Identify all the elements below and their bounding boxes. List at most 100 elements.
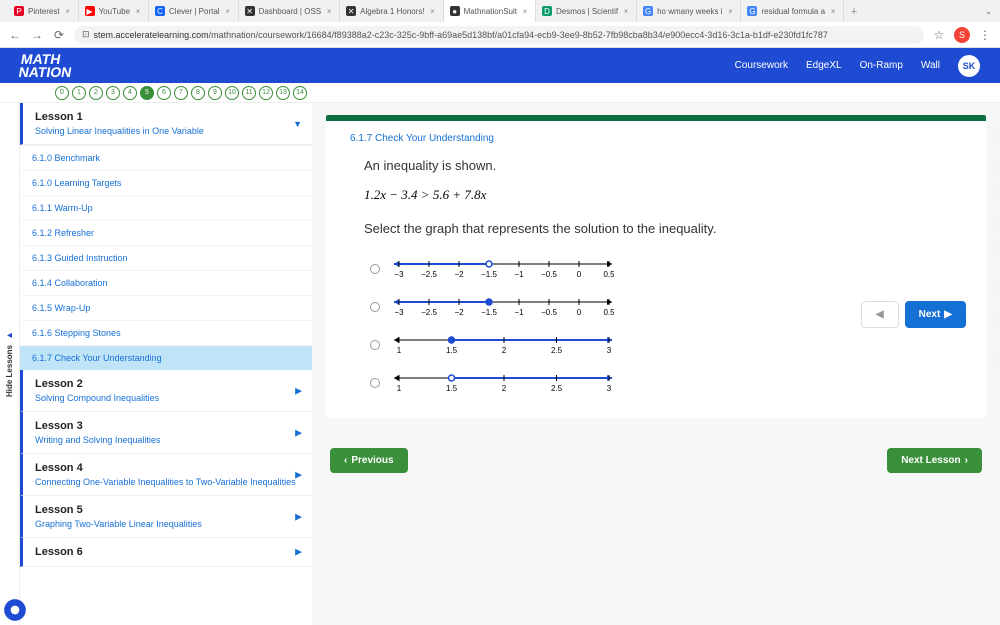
nav-coursework[interactable]: Coursework: [735, 60, 788, 71]
stamp-icon[interactable]: ▣: [994, 183, 1000, 205]
page-next-button[interactable]: Next ▶: [905, 301, 966, 328]
reload-button[interactable]: ⟳: [52, 28, 66, 42]
next-lesson-button[interactable]: Next Lesson ›: [887, 448, 982, 473]
nav-wall[interactable]: Wall: [921, 60, 940, 71]
profile-icon[interactable]: S: [954, 27, 970, 43]
app-header: MATHNATION Coursework EdgeXL On-Ramp Wall SK: [0, 48, 1000, 83]
radio-button[interactable]: [370, 264, 380, 274]
lesson-item[interactable]: 6.1.2 Refresher: [20, 220, 312, 245]
radio-button[interactable]: [370, 302, 380, 312]
answer-option[interactable]: 11.522.53: [370, 368, 962, 398]
new-tab[interactable]: ＋: [844, 6, 864, 17]
svg-text:−2.5: −2.5: [421, 308, 437, 317]
logo[interactable]: MATHNATION: [18, 53, 75, 78]
progress-step[interactable]: 1: [72, 86, 86, 100]
notes-icon[interactable]: ▤: [994, 127, 1000, 149]
progress-step[interactable]: 12: [259, 86, 273, 100]
pencil-icon[interactable]: ✎: [994, 211, 1000, 233]
user-avatar[interactable]: SK: [958, 55, 980, 77]
svg-text:1.5: 1.5: [446, 384, 458, 393]
close-icon[interactable]: ×: [64, 7, 72, 16]
calculator-icon[interactable]: ▬: [994, 307, 1000, 329]
lesson-item[interactable]: 6.1.3 Guided Instruction: [20, 245, 312, 270]
svg-text:−3: −3: [394, 308, 404, 317]
lesson-header[interactable]: Lesson 3Writing and Solving Inequalities…: [20, 412, 312, 454]
browser-tab[interactable]: PPinterest×: [8, 0, 79, 22]
nav-on-ramp[interactable]: On-Ramp: [860, 60, 903, 71]
close-icon[interactable]: ×: [622, 7, 630, 16]
lesson-header[interactable]: Lesson 6▶: [20, 538, 312, 567]
nav-edgexl[interactable]: EdgeXL: [806, 60, 842, 71]
progress-step[interactable]: 10: [225, 86, 239, 100]
progress-step[interactable]: 7: [174, 86, 188, 100]
highlighter-icon[interactable]: ✏: [994, 239, 1000, 261]
browser-tab[interactable]: Gho wmany weeks i×: [637, 0, 741, 22]
chevron-left-icon: ◂: [7, 330, 12, 341]
lesson-item[interactable]: 6.1.6 Stepping Stones: [20, 320, 312, 345]
window-min[interactable]: ⌄: [985, 7, 992, 16]
answer-option[interactable]: 11.522.53: [370, 330, 962, 360]
svg-text:2.5: 2.5: [551, 346, 563, 355]
progress-step[interactable]: 8: [191, 86, 205, 100]
chevron-icon: ▶: [295, 511, 302, 522]
comment-icon[interactable]: ⧉: [994, 155, 1000, 177]
browser-tab[interactable]: ●MathnationSuit×: [444, 0, 536, 22]
close-icon[interactable]: ×: [224, 7, 232, 16]
browser-tab[interactable]: ✕Algebra 1 Honors!×: [340, 0, 443, 22]
lesson-header[interactable]: Lesson 5Graphing Two-Variable Linear Ine…: [20, 496, 312, 538]
svg-text:−0.5: −0.5: [541, 270, 557, 279]
svg-text:1: 1: [397, 384, 402, 393]
lesson-item[interactable]: 6.1.1 Warm-Up: [20, 195, 312, 220]
lesson-item[interactable]: 6.1.7 Check Your Understanding: [20, 345, 312, 370]
progress-step[interactable]: 5: [140, 86, 154, 100]
lesson-item[interactable]: 6.1.4 Collaboration: [20, 270, 312, 295]
close-icon[interactable]: ×: [325, 7, 333, 16]
progress-step[interactable]: 3: [106, 86, 120, 100]
progress-step[interactable]: 9: [208, 86, 222, 100]
forward-button[interactable]: →: [30, 28, 44, 42]
answer-option[interactable]: −3−2.5−2−1.5−1−0.500.5: [370, 254, 962, 284]
svg-text:2: 2: [502, 384, 507, 393]
lesson-item[interactable]: 6.1.5 Wrap-Up: [20, 295, 312, 320]
svg-text:−1: −1: [514, 270, 524, 279]
hide-lessons-toggle[interactable]: ◂ Hide Lessons: [0, 103, 20, 625]
previous-button[interactable]: ‹ Previous: [330, 448, 408, 473]
close-icon[interactable]: ×: [429, 7, 437, 16]
svg-text:−2: −2: [454, 270, 464, 279]
progress-step[interactable]: 14: [293, 86, 307, 100]
bookmark-icon[interactable]: ☆: [932, 28, 946, 42]
close-icon[interactable]: ×: [726, 7, 734, 16]
progress-step[interactable]: 4: [123, 86, 137, 100]
radio-button[interactable]: [370, 340, 380, 350]
close-icon[interactable]: ×: [521, 7, 529, 16]
lesson-header[interactable]: Lesson 4Connecting One-Variable Inequali…: [20, 454, 312, 496]
browser-tab[interactable]: DDesmos | Scientif×: [536, 0, 637, 22]
radio-button[interactable]: [370, 378, 380, 388]
progress-step[interactable]: 6: [157, 86, 171, 100]
progress-step[interactable]: 11: [242, 86, 256, 100]
eraser-icon[interactable]: ⇄: [994, 279, 1000, 301]
settings-gear-icon[interactable]: [2, 597, 28, 623]
lesson-header[interactable]: Lesson 1Solving Linear Inequalities in O…: [20, 103, 312, 145]
collapse-icon[interactable]: ‹: [994, 347, 1000, 369]
browser-tab[interactable]: CClever | Portal×: [149, 0, 239, 22]
lesson-header[interactable]: Lesson 2Solving Compound Inequalities▶: [20, 370, 312, 412]
lesson-item[interactable]: 6.1.0 Benchmark: [20, 145, 312, 170]
browser-tab[interactable]: ▶YouTube×: [79, 0, 149, 22]
page-prev-button[interactable]: ◀: [861, 301, 899, 328]
svg-text:−1.5: −1.5: [481, 270, 497, 279]
progress-step[interactable]: 0: [55, 86, 69, 100]
progress-step[interactable]: 2: [89, 86, 103, 100]
url-bar[interactable]: ⊡ stem.acceleratelearning.com/mathnation…: [74, 26, 924, 44]
menu-icon[interactable]: ⋮: [978, 28, 992, 42]
svg-text:−2.5: −2.5: [421, 270, 437, 279]
back-button[interactable]: ←: [8, 28, 22, 42]
svg-text:0.5: 0.5: [603, 270, 614, 279]
progress-step[interactable]: 13: [276, 86, 290, 100]
close-icon[interactable]: ×: [829, 7, 837, 16]
svg-text:2: 2: [502, 346, 507, 355]
browser-tab[interactable]: ✕Dashboard | OSS×: [239, 0, 341, 22]
lesson-item[interactable]: 6.1.0 Learning Targets: [20, 170, 312, 195]
close-icon[interactable]: ×: [134, 7, 142, 16]
browser-tab[interactable]: Gresidual formula a×: [741, 0, 844, 22]
